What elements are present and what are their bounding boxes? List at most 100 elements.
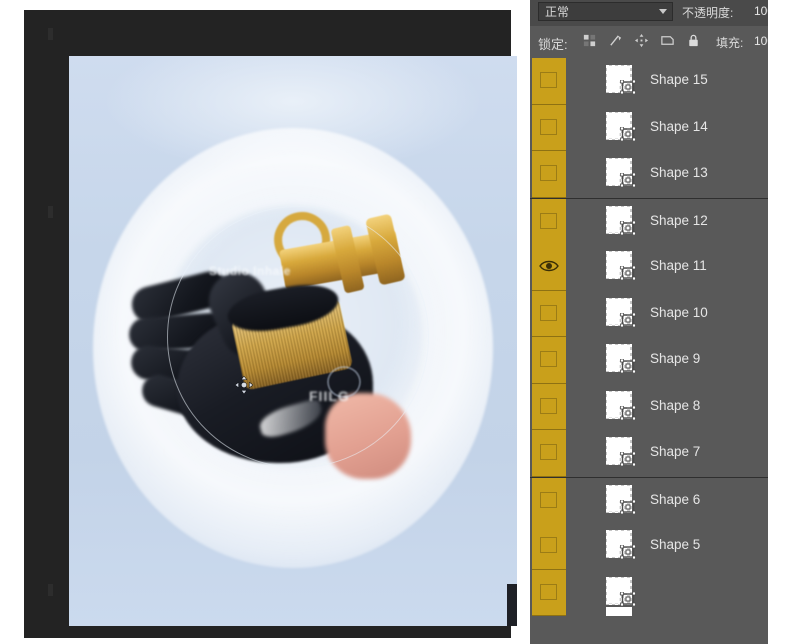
vector-mask-icon xyxy=(620,499,636,514)
layer-visibility-toggle[interactable] xyxy=(532,151,566,198)
table-row[interactable]: Shape 13 xyxy=(530,151,768,198)
layer-thumbnail[interactable] xyxy=(606,205,639,239)
eye-icon[interactable] xyxy=(539,257,559,275)
eye-off-placeholder-icon[interactable] xyxy=(540,397,557,414)
move-tool-cursor-icon xyxy=(235,376,253,394)
table-row[interactable]: Shape 5 xyxy=(530,523,768,570)
photoshop-window: Studio Inhale FIILG 正常 不透明度: 100 锁定: 填充:… xyxy=(0,0,800,644)
vector-mask-icon xyxy=(620,173,636,187)
eye-off-placeholder-icon[interactable] xyxy=(540,351,557,367)
frame-tick-bottom xyxy=(48,584,53,596)
panel-right-edge xyxy=(768,0,800,644)
vector-mask-icon xyxy=(620,452,636,466)
layer-visibility-toggle[interactable] xyxy=(532,58,566,105)
blend-mode-value: 正常 xyxy=(545,5,570,19)
layers-panel: 正常 不透明度: 100 锁定: 填充: 100 Shape 15 Shape … xyxy=(530,0,800,644)
layer-name-label: Shape 9 xyxy=(650,351,701,366)
layer-thumbnail[interactable] xyxy=(606,158,639,191)
lock-row: 锁定: 填充: 100 xyxy=(530,28,774,56)
vector-mask-icon xyxy=(620,312,636,327)
frame-tick-top xyxy=(48,28,53,40)
lock-all-icon[interactable] xyxy=(686,33,701,48)
eye-off-placeholder-icon[interactable] xyxy=(540,304,557,321)
lock-image-pixels-icon[interactable] xyxy=(608,33,623,48)
layer-visibility-toggle[interactable] xyxy=(532,337,566,384)
layer-thumbnail[interactable] xyxy=(606,390,639,424)
table-row[interactable]: Shape 11 xyxy=(530,244,768,291)
layer-thumbnail[interactable] xyxy=(606,297,639,331)
layer-name-label: Shape 10 xyxy=(650,304,708,320)
eye-off-placeholder-icon[interactable] xyxy=(540,583,557,600)
eye-off-placeholder-icon[interactable] xyxy=(540,212,557,229)
layer-name-label: Shape 6 xyxy=(650,491,701,507)
eye-off-placeholder-icon[interactable] xyxy=(540,118,557,135)
watermark-text-primary: Studio Inhale xyxy=(209,264,291,278)
eye-off-placeholder-icon[interactable] xyxy=(540,72,557,88)
layer-thumbnail[interactable] xyxy=(606,484,639,518)
layer-thumbnail[interactable] xyxy=(606,251,639,284)
vector-mask-icon xyxy=(620,80,636,94)
vector-mask-icon xyxy=(620,266,636,280)
vector-mask-icon xyxy=(620,545,636,559)
vector-mask-icon xyxy=(620,359,636,373)
layer-thumbnail[interactable] xyxy=(606,65,639,98)
table-row[interactable]: Shape 7 xyxy=(530,430,768,477)
layer-name-label: Shape 7 xyxy=(650,444,701,459)
opacity-label: 不透明度: xyxy=(682,6,734,20)
eye-off-placeholder-icon[interactable] xyxy=(540,537,557,553)
table-row[interactable]: Shape 9 xyxy=(530,337,768,384)
table-row[interactable]: Shape 15 xyxy=(530,58,768,105)
layer-name-label: Shape 5 xyxy=(650,537,701,552)
layer-thumbnail[interactable] xyxy=(606,344,639,377)
lock-transparent-pixels-icon[interactable] xyxy=(582,33,597,48)
table-row[interactable]: Shape 10 xyxy=(530,290,768,337)
chevron-down-icon[interactable] xyxy=(659,9,667,14)
table-row[interactable] xyxy=(530,569,768,616)
layer-name-label: Shape 13 xyxy=(650,165,708,180)
canvas-frame: Studio Inhale FIILG xyxy=(24,10,517,638)
selection-arc xyxy=(167,206,429,468)
layer-name-label: Shape 15 xyxy=(650,72,708,87)
image-corner-notch xyxy=(507,584,517,626)
layer-visibility-toggle[interactable] xyxy=(532,477,566,524)
layer-visibility-toggle[interactable] xyxy=(532,290,566,337)
document-window[interactable]: Studio Inhale FIILG xyxy=(69,56,517,626)
lock-position-icon[interactable] xyxy=(634,33,649,48)
layer-visibility-toggle[interactable] xyxy=(532,523,566,570)
layer-name-label: Shape 12 xyxy=(650,212,708,228)
watermark-text-secondary: FIILG xyxy=(309,388,350,404)
frame-tick-middle xyxy=(48,206,53,218)
layer-name-label: Shape 14 xyxy=(650,118,708,134)
canvas-area: Studio Inhale FIILG xyxy=(0,0,530,644)
layer-thumbnail[interactable] xyxy=(606,111,639,145)
lock-label: 锁定: xyxy=(538,37,568,52)
eye-off-placeholder-icon[interactable] xyxy=(540,165,557,181)
eye-off-placeholder-icon[interactable] xyxy=(540,491,557,508)
layer-visibility-toggle[interactable] xyxy=(532,198,566,245)
layer-thumbnail[interactable] xyxy=(606,576,639,610)
eye-off-placeholder-icon[interactable] xyxy=(540,444,557,460)
table-row[interactable]: Shape 14 xyxy=(530,104,768,151)
layer-list[interactable]: Shape 15 Shape 14 Shape 13 Shape 12 Shape 11… xyxy=(530,58,768,644)
table-row[interactable]: Shape 6 xyxy=(530,476,768,524)
layer-visibility-toggle[interactable] xyxy=(532,244,566,291)
layer-visibility-toggle[interactable] xyxy=(532,569,566,616)
layer-visibility-toggle[interactable] xyxy=(532,430,566,477)
layer-name-label: Shape 8 xyxy=(650,397,701,413)
layer-visibility-toggle[interactable] xyxy=(532,104,566,151)
vector-mask-icon xyxy=(620,126,636,141)
table-row[interactable]: Shape 8 xyxy=(530,383,768,430)
lock-icon-group xyxy=(582,33,701,48)
layer-visibility-toggle[interactable] xyxy=(532,383,566,430)
vector-mask-icon xyxy=(620,405,636,420)
layer-thumbnail[interactable] xyxy=(606,530,639,563)
layer-name-label: Shape 11 xyxy=(650,258,707,273)
vector-mask-icon xyxy=(620,220,636,235)
table-row[interactable]: Shape 12 xyxy=(530,197,768,245)
layer-thumbnail[interactable] xyxy=(606,437,639,470)
lock-artboard-nesting-icon[interactable] xyxy=(660,33,675,48)
fill-label: 填充: xyxy=(716,36,744,50)
blend-mode-row: 正常 不透明度: 100 xyxy=(530,0,774,26)
blend-mode-select[interactable]: 正常 xyxy=(538,2,673,21)
layer-list-clip-edge xyxy=(606,607,632,616)
